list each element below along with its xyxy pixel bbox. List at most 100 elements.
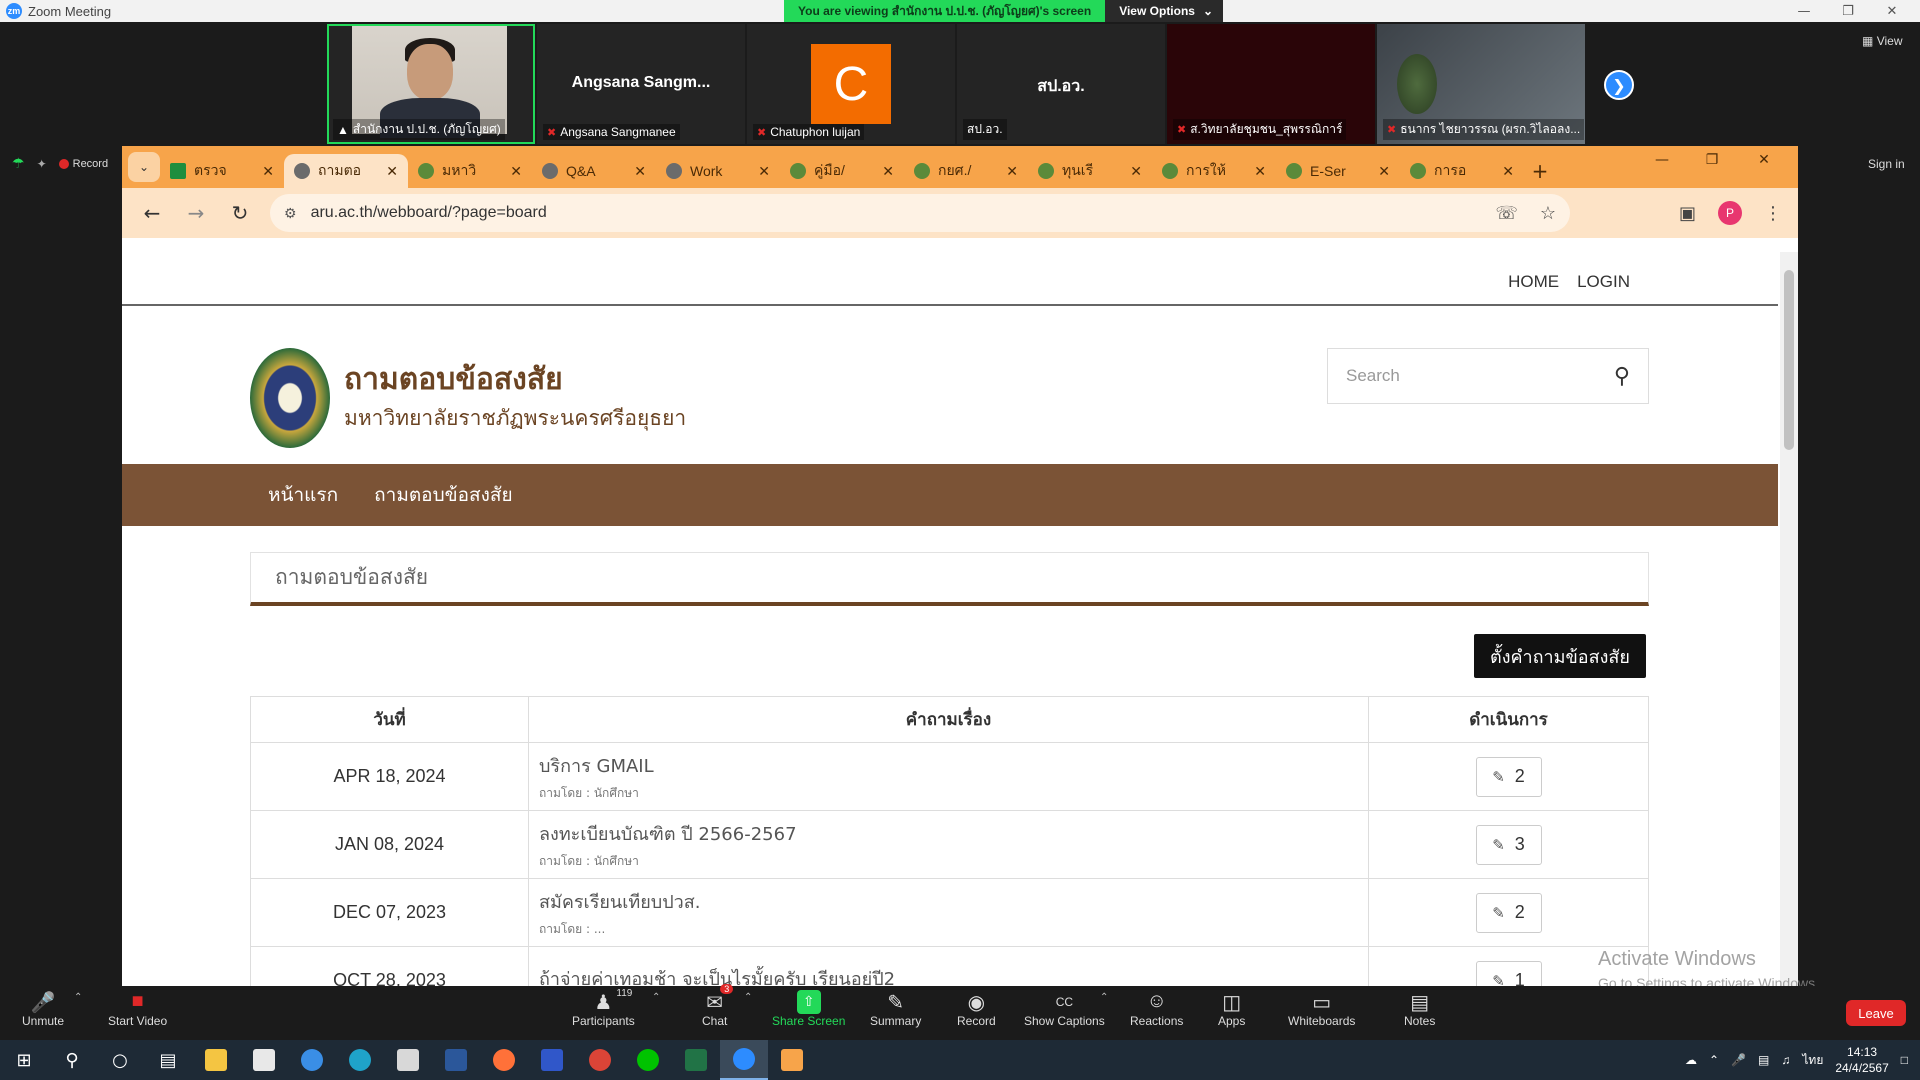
tab-close-icon[interactable]: ✕: [758, 163, 770, 180]
weather-icon[interactable]: ☁: [1685, 1053, 1697, 1067]
reply-count-button[interactable]: ✎ 1: [1475, 960, 1542, 986]
chevron-up-icon[interactable]: ⌃: [1709, 1053, 1719, 1067]
caret-up-icon[interactable]: ⌃: [652, 992, 660, 1003]
reply-count-button[interactable]: ✎ 3: [1475, 824, 1542, 865]
browser-tab-active[interactable]: ถามตอ ✕: [284, 154, 408, 188]
caret-up-icon[interactable]: ⌃: [1100, 992, 1108, 1003]
recording-indicator[interactable]: Record: [58, 158, 108, 170]
back-arrow-icon[interactable]: ←: [134, 195, 170, 231]
reply-count-button[interactable]: ✎ 2: [1475, 756, 1542, 797]
profile-avatar[interactable]: P: [1718, 201, 1742, 225]
tab-close-icon[interactable]: ✕: [882, 163, 894, 180]
microphone-icon[interactable]: 🎤: [1731, 1053, 1746, 1067]
menu-dots-icon[interactable]: ⋮: [1764, 203, 1782, 224]
reload-icon[interactable]: ↻: [222, 195, 258, 231]
firefox-icon[interactable]: [480, 1040, 528, 1080]
edge-icon[interactable]: [336, 1040, 384, 1080]
tab-close-icon[interactable]: ✕: [634, 163, 646, 180]
notes-button[interactable]: ▤ Notes: [1404, 990, 1435, 1028]
address-bar[interactable]: ⚙ aru.ac.th/webboard/?page=board ☏ ☆: [270, 194, 1570, 232]
windows-start-icon[interactable]: ⊞: [0, 1040, 48, 1080]
search-input[interactable]: [1346, 366, 1614, 386]
participant-tile[interactable]: ✖ ธนากร ไชยาวรรณ (ผรก.วิไลอลง...: [1377, 24, 1585, 144]
browser-minimize-icon[interactable]: —: [1642, 152, 1682, 168]
excel-icon[interactable]: [672, 1040, 720, 1080]
participant-tile[interactable]: Angsana Sangm... ✖ Angsana Sangmanee: [537, 24, 745, 144]
translate-icon[interactable]: ☏: [1495, 203, 1518, 224]
browser-tab[interactable]: Work ✕: [656, 154, 780, 188]
scrollbar-thumb[interactable]: [1784, 270, 1794, 450]
view-button[interactable]: ▦ View: [1862, 34, 1902, 48]
record-button[interactable]: ◉ Record: [957, 990, 996, 1028]
tab-close-icon[interactable]: ✕: [1502, 163, 1514, 180]
browser-tab[interactable]: E-Ser ✕: [1276, 154, 1400, 188]
chrome-icon[interactable]: [576, 1040, 624, 1080]
browser-tab[interactable]: การให้ ✕: [1152, 154, 1276, 188]
browser-tab[interactable]: คู่มือ/✕: [780, 154, 904, 188]
forward-arrow-icon[interactable]: →: [178, 195, 214, 231]
tab-close-icon[interactable]: ✕: [1130, 163, 1142, 180]
cortana-icon[interactable]: ○: [96, 1040, 144, 1080]
question-title-link[interactable]: สมัครเรียนเทียบปวส.: [539, 887, 1368, 916]
browser-tab[interactable]: การอ ✕: [1400, 154, 1524, 188]
reactions-button[interactable]: ☺ Reactions: [1130, 990, 1183, 1028]
language-indicator[interactable]: ไทย: [1802, 1051, 1823, 1070]
page-scrollbar[interactable]: [1780, 252, 1798, 986]
whiteboards-button[interactable]: ▭ Whiteboards: [1288, 990, 1355, 1028]
reply-count-button[interactable]: ✎ 2: [1475, 892, 1542, 933]
task-view-icon[interactable]: ▤: [144, 1040, 192, 1080]
close-icon[interactable]: ✕: [1870, 0, 1914, 22]
caret-up-icon[interactable]: ⌃: [74, 992, 82, 1003]
store-icon[interactable]: [240, 1040, 288, 1080]
extensions-icon[interactable]: ▣: [1679, 203, 1696, 224]
tab-close-icon[interactable]: ✕: [510, 163, 522, 180]
question-title-link[interactable]: บริการ GMAIL: [539, 751, 1368, 780]
browser-close-icon[interactable]: ✕: [1744, 152, 1784, 168]
leave-button[interactable]: Leave: [1846, 1000, 1906, 1026]
notifications-icon[interactable]: □: [1901, 1053, 1908, 1067]
caret-up-icon[interactable]: ⌃: [744, 992, 752, 1003]
apps-button[interactable]: ◫ Apps: [1218, 990, 1245, 1028]
tab-search-icon[interactable]: ⌄: [128, 152, 160, 182]
university-logo[interactable]: [250, 348, 330, 448]
question-title-link[interactable]: ลงทะเบียนบัณฑิต ปี 2566-2567: [539, 819, 1368, 848]
chat-button[interactable]: ✉ 3 Chat ⌃: [702, 984, 752, 1028]
file-explorer-icon[interactable]: [192, 1040, 240, 1080]
next-page-arrow-icon[interactable]: ❯: [1604, 70, 1634, 100]
participant-tile[interactable]: C ✖ Chatuphon luijan: [747, 24, 955, 144]
mail-icon[interactable]: [384, 1040, 432, 1080]
participant-tile[interactable]: ✖ ส.วิทยาลัยชุมชน_สุพรรณิการ์: [1167, 24, 1375, 144]
tab-close-icon[interactable]: ✕: [1006, 163, 1018, 180]
question-title-link[interactable]: ถ้าจ่ายค่าเทอมช้า จะเป็นไรมั้ยครับ เรียน…: [539, 964, 1368, 986]
word-icon[interactable]: [432, 1040, 480, 1080]
ai-companion-icon[interactable]: ✦: [37, 157, 47, 171]
tab-close-icon[interactable]: ✕: [262, 163, 274, 180]
zoom-taskbar-icon[interactable]: [720, 1040, 768, 1080]
ask-question-button[interactable]: ตั้งคำถามข้อสงสัย: [1474, 634, 1646, 678]
new-tab-icon[interactable]: +: [1524, 154, 1556, 188]
internet-explorer-icon[interactable]: [288, 1040, 336, 1080]
browser-tab[interactable]: ทุนเรี ✕: [1028, 154, 1152, 188]
browser-tab[interactable]: ตรวจ ✕: [160, 154, 284, 188]
browser-tab[interactable]: Q&A ✕: [532, 154, 656, 188]
nav-qa[interactable]: ถามตอบข้อสงสัย: [374, 480, 513, 510]
restore-icon[interactable]: ❐: [1826, 0, 1870, 22]
search-icon[interactable]: ⚲: [48, 1040, 96, 1080]
star-icon[interactable]: ☆: [1540, 203, 1556, 224]
participants-button[interactable]: ♟ 119 Participants ⌃: [572, 988, 660, 1028]
participant-tile[interactable]: สป.อว. สป.อว.: [957, 24, 1165, 144]
share-screen-button[interactable]: ⇧ Share Screen: [772, 990, 845, 1028]
clock[interactable]: 14:13 24/4/2567: [1835, 1044, 1888, 1076]
home-link[interactable]: HOME: [1508, 272, 1559, 292]
tab-close-icon[interactable]: ✕: [386, 163, 398, 180]
volume-icon[interactable]: ♫: [1781, 1053, 1790, 1067]
search-icon[interactable]: ⚲: [1614, 363, 1630, 389]
show-captions-button[interactable]: CC Show Captions ⌃: [1024, 990, 1108, 1028]
start-video-button[interactable]: ■ Start Video: [108, 990, 167, 1028]
app-icon[interactable]: [768, 1040, 816, 1080]
browser-tab[interactable]: มหาวิ ✕: [408, 154, 532, 188]
minimize-icon[interactable]: —: [1782, 0, 1826, 22]
tab-close-icon[interactable]: ✕: [1254, 163, 1266, 180]
summary-button[interactable]: ✎ Summary: [870, 990, 921, 1028]
nav-home[interactable]: หน้าแรก: [268, 480, 338, 510]
